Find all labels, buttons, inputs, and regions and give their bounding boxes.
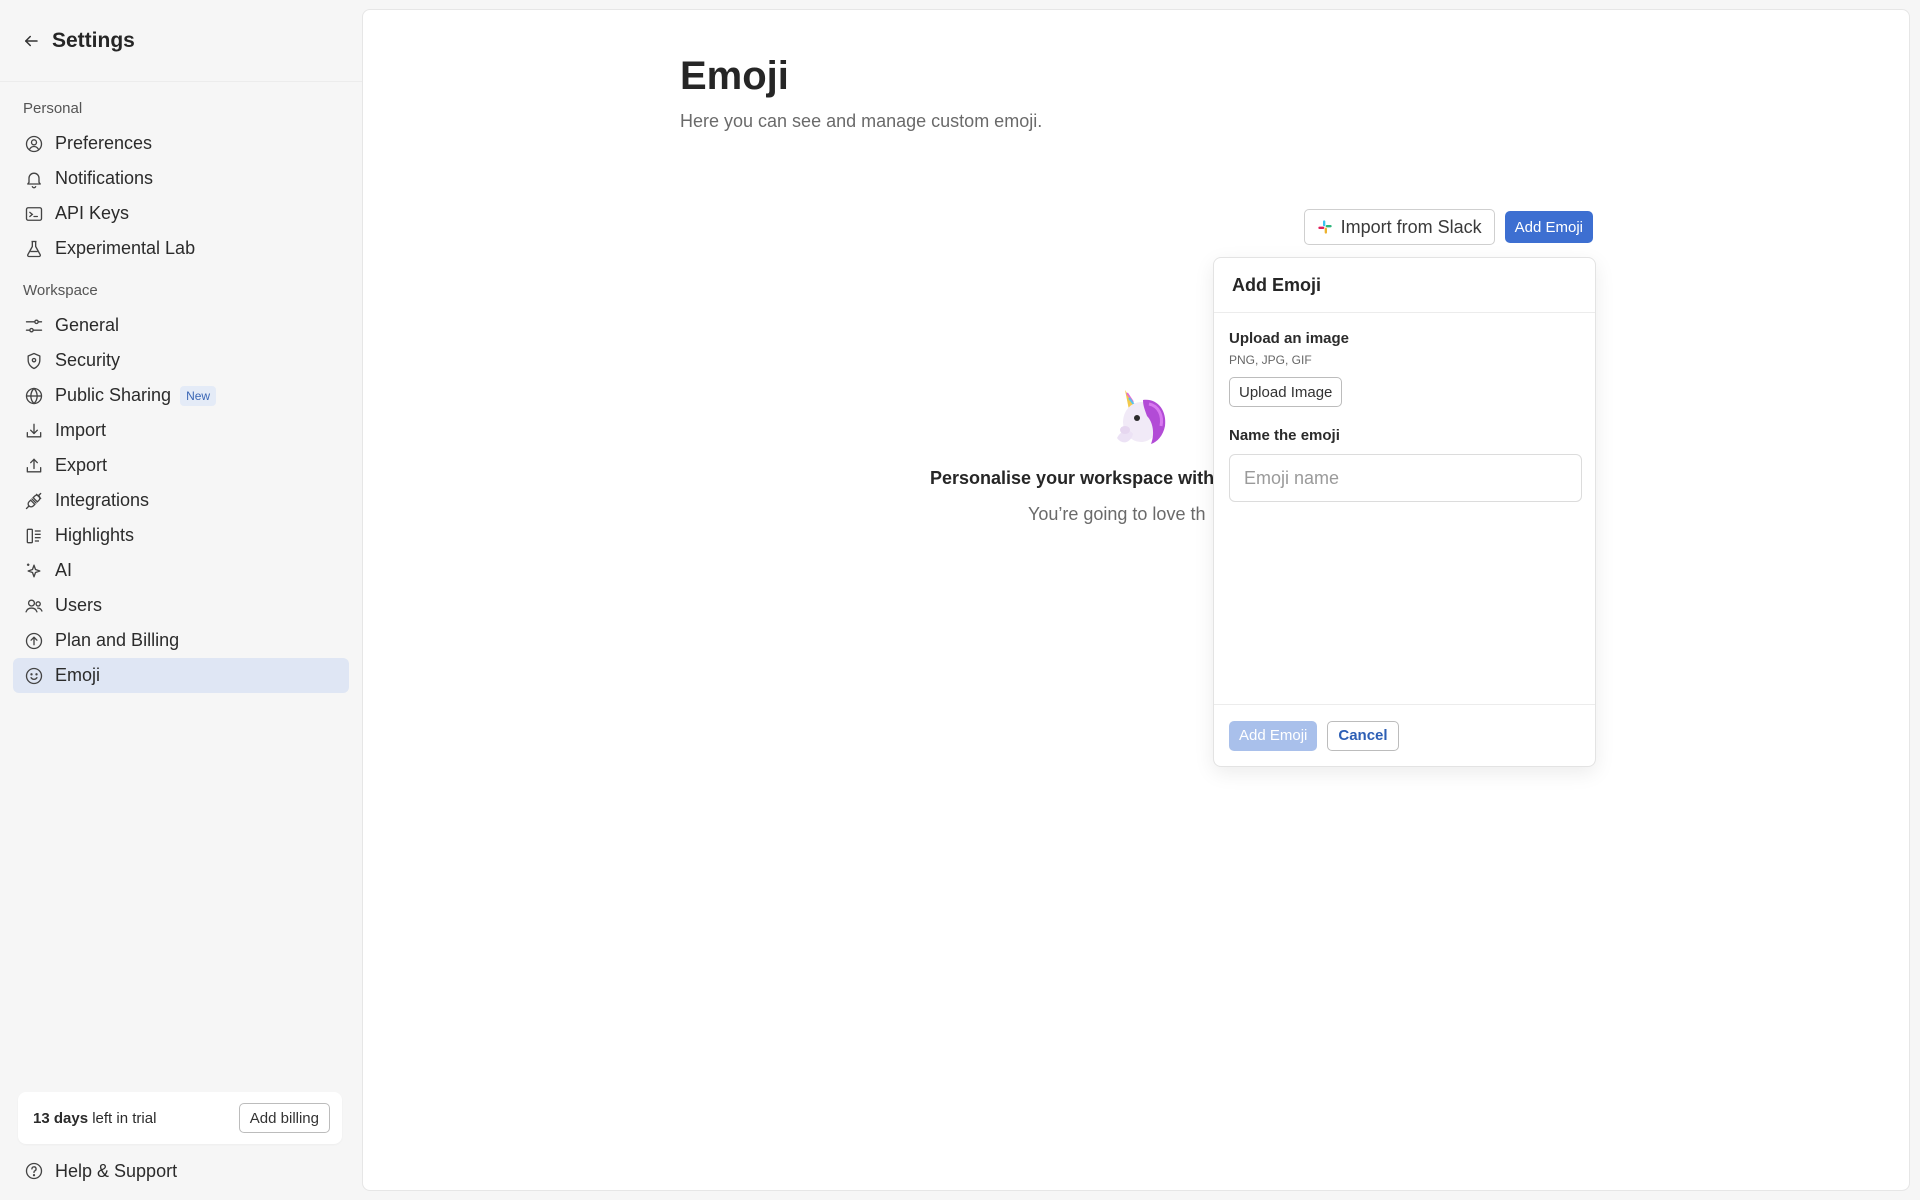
dialog-title: Add Emoji — [1214, 258, 1595, 313]
upload-image-button[interactable]: Upload Image — [1229, 377, 1343, 407]
sidebar-item-public-sharing[interactable]: Public Sharing New — [13, 378, 349, 413]
empty-state-title: Personalise your workspace with — [930, 468, 1215, 488]
user-circle-icon — [23, 133, 45, 155]
sidebar-header: Settings — [0, 0, 362, 82]
main-panel: Emoji Here you can see and manage custom… — [362, 9, 1910, 1191]
sidebar-item-security[interactable]: Security — [13, 343, 349, 378]
emoji-toolbar: Import from Slack Add Emoji — [1303, 209, 1593, 245]
sidebar-item-label: Public Sharing — [55, 385, 172, 405]
app-window: Settings Personal Preferences Notificati… — [0, 0, 1920, 1200]
sidebar-item-label: General — [55, 315, 120, 335]
settings-sidebar: Settings Personal Preferences Notificati… — [0, 0, 362, 1200]
sparkle-icon — [23, 560, 45, 582]
sidebar-item-integrations[interactable]: Integrations — [13, 483, 349, 518]
globe-icon — [23, 385, 45, 407]
sidebar-item-label: Highlights — [55, 525, 135, 545]
sidebar-item-notifications[interactable]: Notifications — [13, 161, 349, 196]
trial-status-text: 13 days left in trial — [33, 1110, 156, 1127]
sidebar-item-import[interactable]: Import — [13, 413, 349, 448]
section-label-workspace: Workspace — [23, 282, 98, 299]
import-icon — [23, 420, 45, 442]
sidebar-item-label: Import — [55, 420, 107, 440]
sidebar-item-label: Security — [55, 350, 121, 370]
highlights-icon — [23, 525, 45, 547]
section-label-personal: Personal — [23, 100, 83, 117]
trial-rest: left in trial — [88, 1109, 157, 1127]
flask-icon — [23, 238, 45, 260]
page-subtitle: Here you can see and manage custom emoji… — [680, 111, 1043, 131]
sidebar-item-label: Experimental Lab — [55, 238, 196, 258]
plug-icon — [23, 490, 45, 512]
users-icon — [23, 595, 45, 617]
dialog-footer: Add Emoji Cancel — [1214, 704, 1595, 766]
cancel-button[interactable]: Cancel — [1327, 720, 1399, 751]
sidebar-item-label: API Keys — [55, 203, 130, 223]
add-emoji-dialog: Add Emoji Upload an image PNG, JPG, GIF … — [1213, 257, 1596, 767]
sidebar-item-experimental-lab[interactable]: Experimental Lab — [13, 231, 349, 266]
billing-icon — [23, 630, 45, 652]
add-billing-button[interactable]: Add billing — [238, 1103, 330, 1133]
sidebar-item-emoji[interactable]: Emoji — [13, 658, 349, 693]
sidebar-title: Settings — [52, 28, 135, 52]
sidebar-item-export[interactable]: Export — [13, 448, 349, 483]
back-arrow-icon[interactable] — [20, 30, 42, 52]
import-from-slack-label: Import from Slack — [1340, 216, 1482, 237]
sidebar-item-preferences[interactable]: Preferences — [13, 126, 349, 161]
emoji-name-label: Name the emoji — [1229, 427, 1340, 444]
help-circle-icon — [23, 1160, 45, 1182]
slack-icon — [1317, 220, 1332, 234]
sidebar-item-plan-and-billing[interactable]: Plan and Billing — [13, 623, 349, 658]
sliders-icon — [23, 315, 45, 337]
terminal-icon — [23, 203, 45, 225]
sidebar-item-label: Users — [55, 595, 103, 615]
dialog-body: Upload an image PNG, JPG, GIF Upload Ima… — [1214, 313, 1595, 502]
sidebar-item-label: Emoji — [55, 665, 101, 685]
upload-image-label: Upload an image — [1229, 330, 1350, 347]
trial-status-box: 13 days left in trial Add billing — [18, 1092, 342, 1144]
sidebar-item-users[interactable]: Users — [13, 588, 349, 623]
trial-days: 13 days — [33, 1109, 89, 1127]
empty-state-subtitle: You’re going to love th — [1028, 504, 1206, 524]
help-support-label: Help & Support — [55, 1160, 178, 1181]
page-title: Emoji — [680, 54, 789, 98]
sidebar-item-label: Notifications — [55, 168, 154, 188]
file-types-hint: PNG, JPG, GIF — [1229, 353, 1312, 367]
sidebar-item-label: AI — [55, 560, 73, 580]
sidebar-item-label: Export — [55, 455, 108, 475]
export-icon — [23, 455, 45, 477]
help-support-link[interactable]: Help & Support — [23, 1160, 177, 1182]
sidebar-item-label: Integrations — [55, 490, 150, 510]
submit-add-emoji-button[interactable]: Add Emoji — [1229, 720, 1318, 751]
sidebar-item-api-keys[interactable]: API Keys — [13, 196, 349, 231]
smiley-icon — [23, 665, 45, 687]
sidebar-item-general[interactable]: General — [13, 308, 349, 343]
sidebar-item-ai[interactable]: AI — [13, 553, 349, 588]
sidebar-item-label: Preferences — [55, 133, 153, 153]
import-from-slack-button[interactable]: Import from Slack — [1303, 209, 1495, 245]
unicorn-icon — [1117, 390, 1166, 444]
emoji-name-input[interactable] — [1229, 454, 1582, 502]
sidebar-item-highlights[interactable]: Highlights — [13, 518, 349, 553]
new-badge: New — [180, 385, 217, 406]
shield-icon — [23, 350, 45, 372]
bell-icon — [23, 168, 45, 190]
add-emoji-button[interactable]: Add Emoji — [1504, 211, 1593, 243]
sidebar-item-label: Plan and Billing — [55, 630, 180, 650]
